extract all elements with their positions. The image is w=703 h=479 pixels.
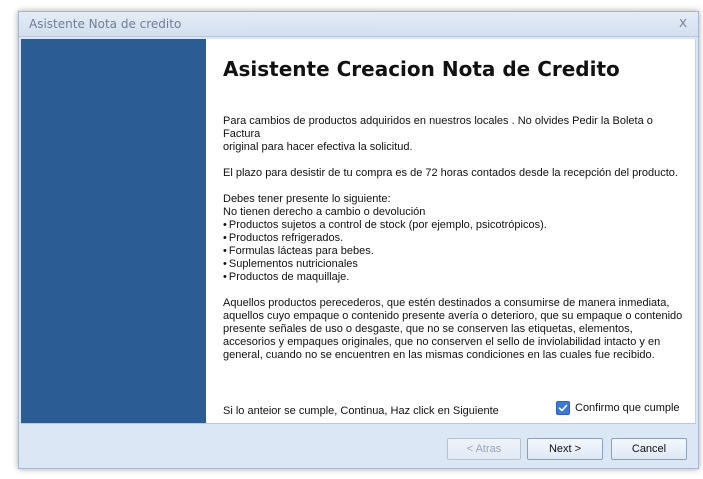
next-button[interactable]: Next > — [527, 438, 603, 460]
instructions-text: Para cambios de productos adquiridos en … — [223, 115, 687, 375]
paragraph-exclusions: Debes tener presente lo siguiente: No ti… — [223, 193, 687, 284]
wizard-content-panel: Asistente Creacion Nota de Credito Para … — [206, 39, 696, 423]
wizard-sidebar-banner — [21, 39, 206, 423]
text-line: aquellos cuyo empaque o contenido presen… — [223, 310, 683, 322]
text-line: Aquellos productos perecederos, que esté… — [223, 297, 670, 309]
title-bar[interactable]: Asistente Nota de credito x — [19, 12, 698, 37]
confirm-checkbox[interactable]: Confirmo que cumple — [556, 401, 680, 415]
text-line: general, cuando no se encuentren en las … — [223, 349, 655, 361]
back-button[interactable]: < Atras — [447, 438, 521, 460]
window-title: Asistente Nota de credito — [29, 17, 182, 31]
confirm-label: Confirmo que cumple — [575, 402, 680, 414]
wizard-window: Asistente Nota de credito x Asistente Cr… — [18, 11, 699, 469]
list-item: Productos de maquillaje. — [223, 271, 687, 284]
list-item: Productos refrigerados. — [223, 232, 687, 245]
page-title: Asistente Creacion Nota de Credito — [223, 57, 620, 81]
list-item: Formulas lácteas para bebes. — [223, 245, 687, 258]
list-item: Productos sujetos a control de stock (po… — [223, 219, 687, 232]
text-line: accesorios y empaques originales, que no… — [223, 336, 661, 348]
paragraph-intro: Para cambios de productos adquiridos en … — [223, 115, 687, 154]
checkmark-icon — [558, 404, 568, 412]
continue-hint: Si lo anteior se cumple, Continua, Haz c… — [223, 405, 499, 417]
text-line: El plazo para desistir de tu compra es d… — [223, 167, 678, 179]
cancel-button[interactable]: Cancel — [611, 438, 687, 460]
paragraph-conditions: Aquellos productos perecederos, que esté… — [223, 297, 687, 362]
text-line: No tienen derecho a cambio o devolución — [223, 206, 426, 218]
checkbox-checked-icon[interactable] — [556, 401, 570, 415]
list-item: Suplementos nutricionales — [223, 258, 687, 271]
text-line: Para cambios de productos adquiridos en … — [223, 115, 653, 140]
button-bar: < Atras Next > Cancel — [21, 423, 696, 468]
text-line: original para hacer efectiva la solicitu… — [223, 141, 413, 153]
text-line: Debes tener presente lo siguiente: — [223, 193, 391, 205]
close-icon[interactable]: x — [674, 14, 692, 32]
text-line: presente señales de uso o desgaste, que … — [223, 323, 633, 335]
paragraph-deadline: El plazo para desistir de tu compra es d… — [223, 167, 687, 180]
